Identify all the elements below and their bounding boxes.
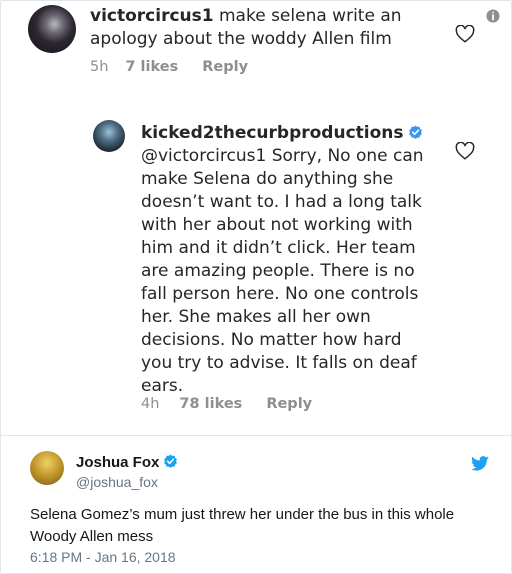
heart-icon[interactable]	[455, 142, 475, 160]
tweet-timestamp[interactable]: 6:18 PM - Jan 16, 2018	[30, 549, 176, 565]
tweet-author[interactable]: Joshua Fox	[76, 454, 178, 471]
twitter-bird-icon[interactable]	[471, 456, 489, 471]
tweet-author-name[interactable]: Joshua Fox	[76, 454, 159, 471]
instagram-comments-screenshot: victorcircus1 make selena write an apolo…	[1, 1, 511, 435]
comment-2-time: 4h	[141, 396, 160, 412]
heart-icon[interactable]	[455, 25, 475, 43]
comment-1-reply-button[interactable]: Reply	[202, 59, 248, 75]
info-icon[interactable]	[486, 9, 500, 23]
comment-2: kicked2thecurbproductions @victorcircus1 …	[141, 122, 426, 398]
tweet-handle[interactable]: @joshua_fox	[76, 474, 158, 490]
comment-2-reply-button[interactable]: Reply	[266, 396, 312, 412]
comment-2-mention[interactable]: @victorcircus1	[141, 146, 266, 166]
comment-1-username[interactable]: victorcircus1	[90, 6, 214, 26]
comment-1-likes[interactable]: 7 likes	[125, 59, 178, 75]
comment-1: victorcircus1 make selena write an apolo…	[90, 5, 430, 51]
comment-2-meta: 4h 78 likes Reply	[141, 396, 312, 412]
avatar[interactable]	[28, 5, 76, 53]
avatar[interactable]	[93, 120, 125, 152]
comment-1-meta: 5h 7 likes Reply	[90, 59, 248, 75]
avatar[interactable]	[30, 451, 64, 485]
comment-1-time: 5h	[90, 59, 109, 75]
tweet-text: Selena Gomez’s mum just threw her under …	[30, 506, 455, 545]
divider	[1, 435, 511, 436]
embedded-tweet-card: victorcircus1 make selena write an apolo…	[0, 0, 512, 574]
comment-2-text: Sorry, No one can make Selena do anythin…	[141, 146, 424, 396]
verified-badge-icon	[164, 454, 178, 468]
comment-2-likes[interactable]: 78 likes	[179, 396, 242, 412]
comment-2-username[interactable]: kicked2thecurbproductions	[141, 123, 404, 143]
verified-badge-icon	[408, 125, 422, 139]
